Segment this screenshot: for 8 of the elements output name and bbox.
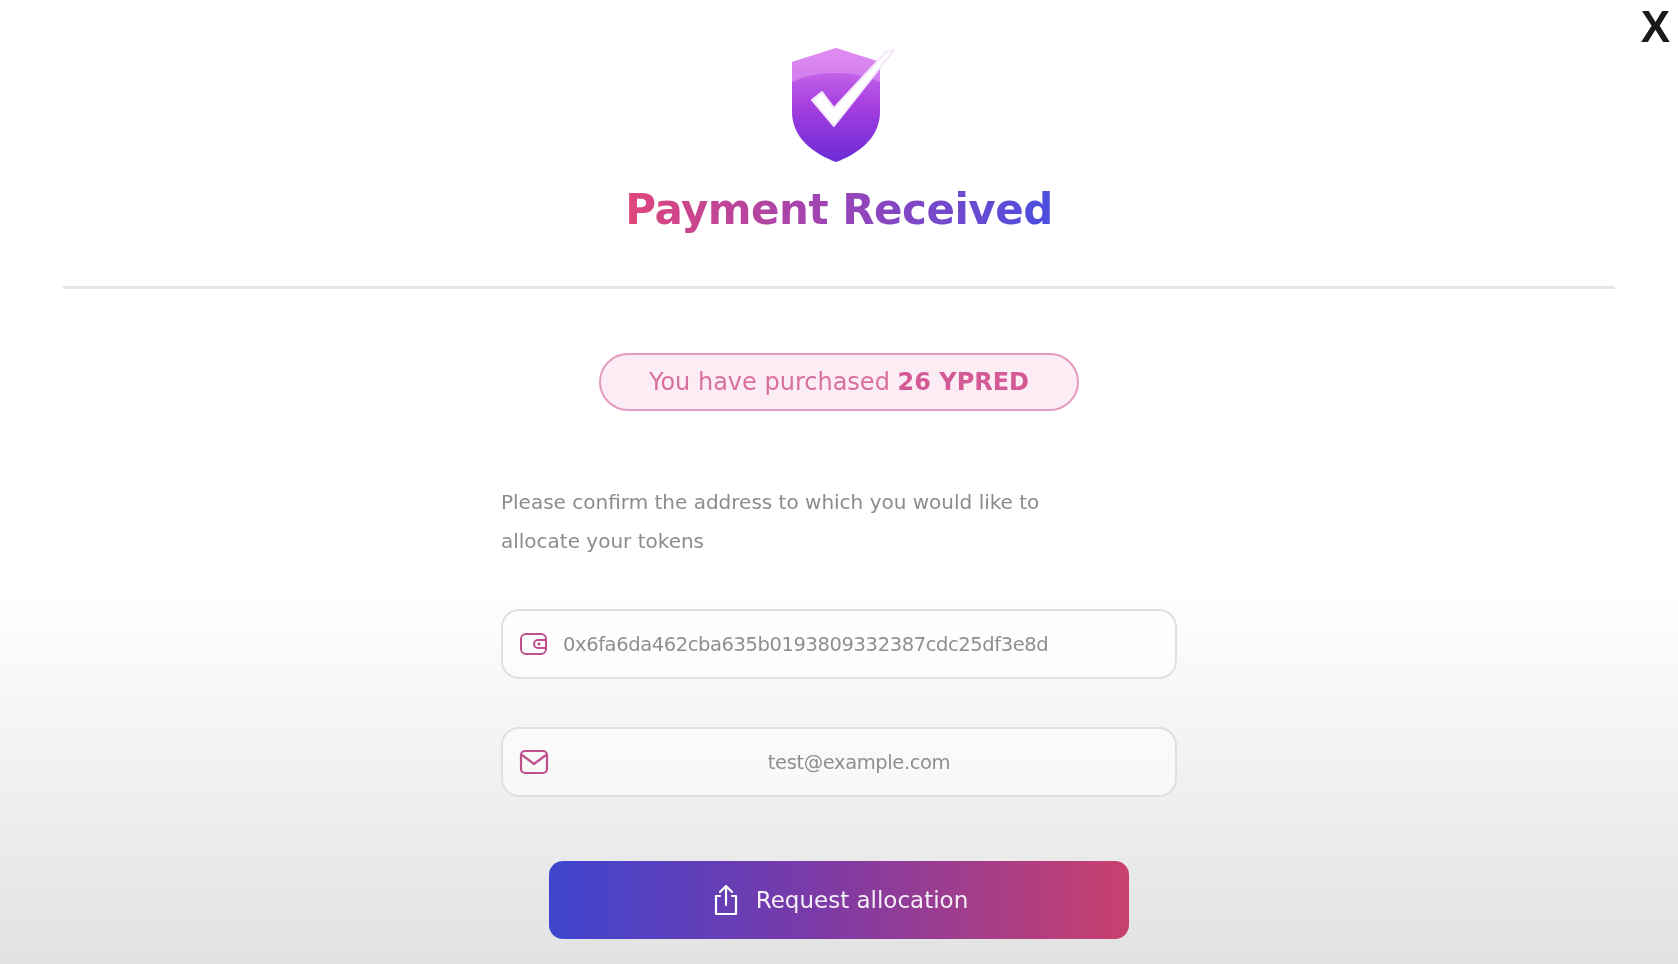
envelope-icon (519, 749, 549, 775)
email-field[interactable]: test@example.com (501, 727, 1177, 797)
purchase-badge: You have purchased 26 YPRED (598, 353, 1080, 411)
request-allocation-button[interactable]: Request allocation (549, 861, 1129, 939)
wallet-icon (519, 631, 549, 657)
instructions-text: Please confirm the address to which you would like to allocate your tokens (501, 489, 1041, 555)
close-button[interactable]: X (1632, 2, 1678, 52)
wallet-address-field[interactable]: 0x6fa6da462cba635b0193809332387cdc25df3e8d (501, 609, 1177, 679)
